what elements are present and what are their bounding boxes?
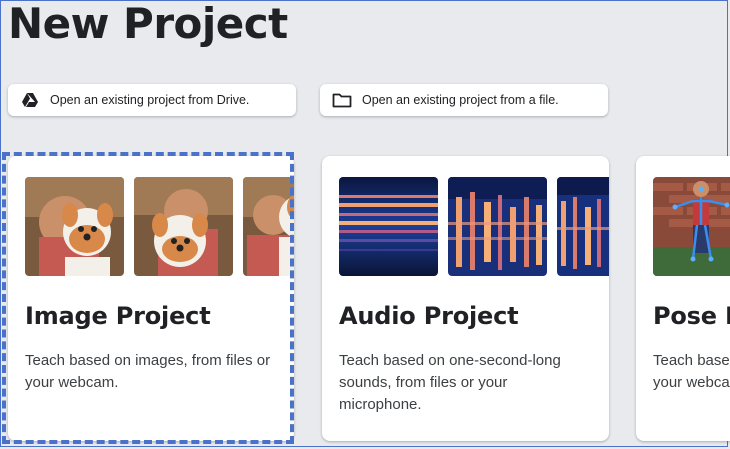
webcam-photo-thumbnail <box>25 177 124 276</box>
open-from-drive-button[interactable]: Open an existing project from Drive. <box>8 84 296 116</box>
webcam-photo-thumbnail <box>243 177 294 276</box>
spectrogram-thumbnail <box>339 177 438 276</box>
open-from-drive-label: Open an existing project from Drive. <box>50 93 250 107</box>
pose-project-description: Teach based on images, from files or you… <box>653 352 730 391</box>
spectrogram-thumbnails <box>339 177 609 276</box>
audio-project-description: Teach based on one-second-long sounds, f… <box>339 352 561 413</box>
pose-project-title: Pose Project <box>653 302 730 330</box>
folder-icon <box>332 90 352 110</box>
audio-project-title: Audio Project <box>339 302 519 330</box>
page-title: New Project <box>8 0 288 48</box>
spectrogram-thumbnail <box>557 177 609 276</box>
image-project-card[interactable]: Image Project Teach based on images, fro… <box>8 156 294 441</box>
spectrogram-thumbnail <box>448 177 547 276</box>
pose-thumbnails <box>653 177 730 276</box>
google-drive-icon <box>20 90 40 110</box>
image-project-description: Teach based on images, from files or you… <box>25 352 271 391</box>
pose-project-card[interactable]: Pose Project Teach based on images, from… <box>636 156 730 441</box>
image-thumbnails <box>25 177 294 276</box>
image-project-title: Image Project <box>25 302 211 330</box>
open-from-file-button[interactable]: Open an existing project from a file. <box>320 84 608 116</box>
audio-project-card[interactable]: Audio Project Teach based on one-second-… <box>322 156 609 441</box>
webcam-photo-thumbnail <box>134 177 233 276</box>
open-from-file-label: Open an existing project from a file. <box>362 93 559 107</box>
pose-photo-thumbnail <box>653 177 730 276</box>
